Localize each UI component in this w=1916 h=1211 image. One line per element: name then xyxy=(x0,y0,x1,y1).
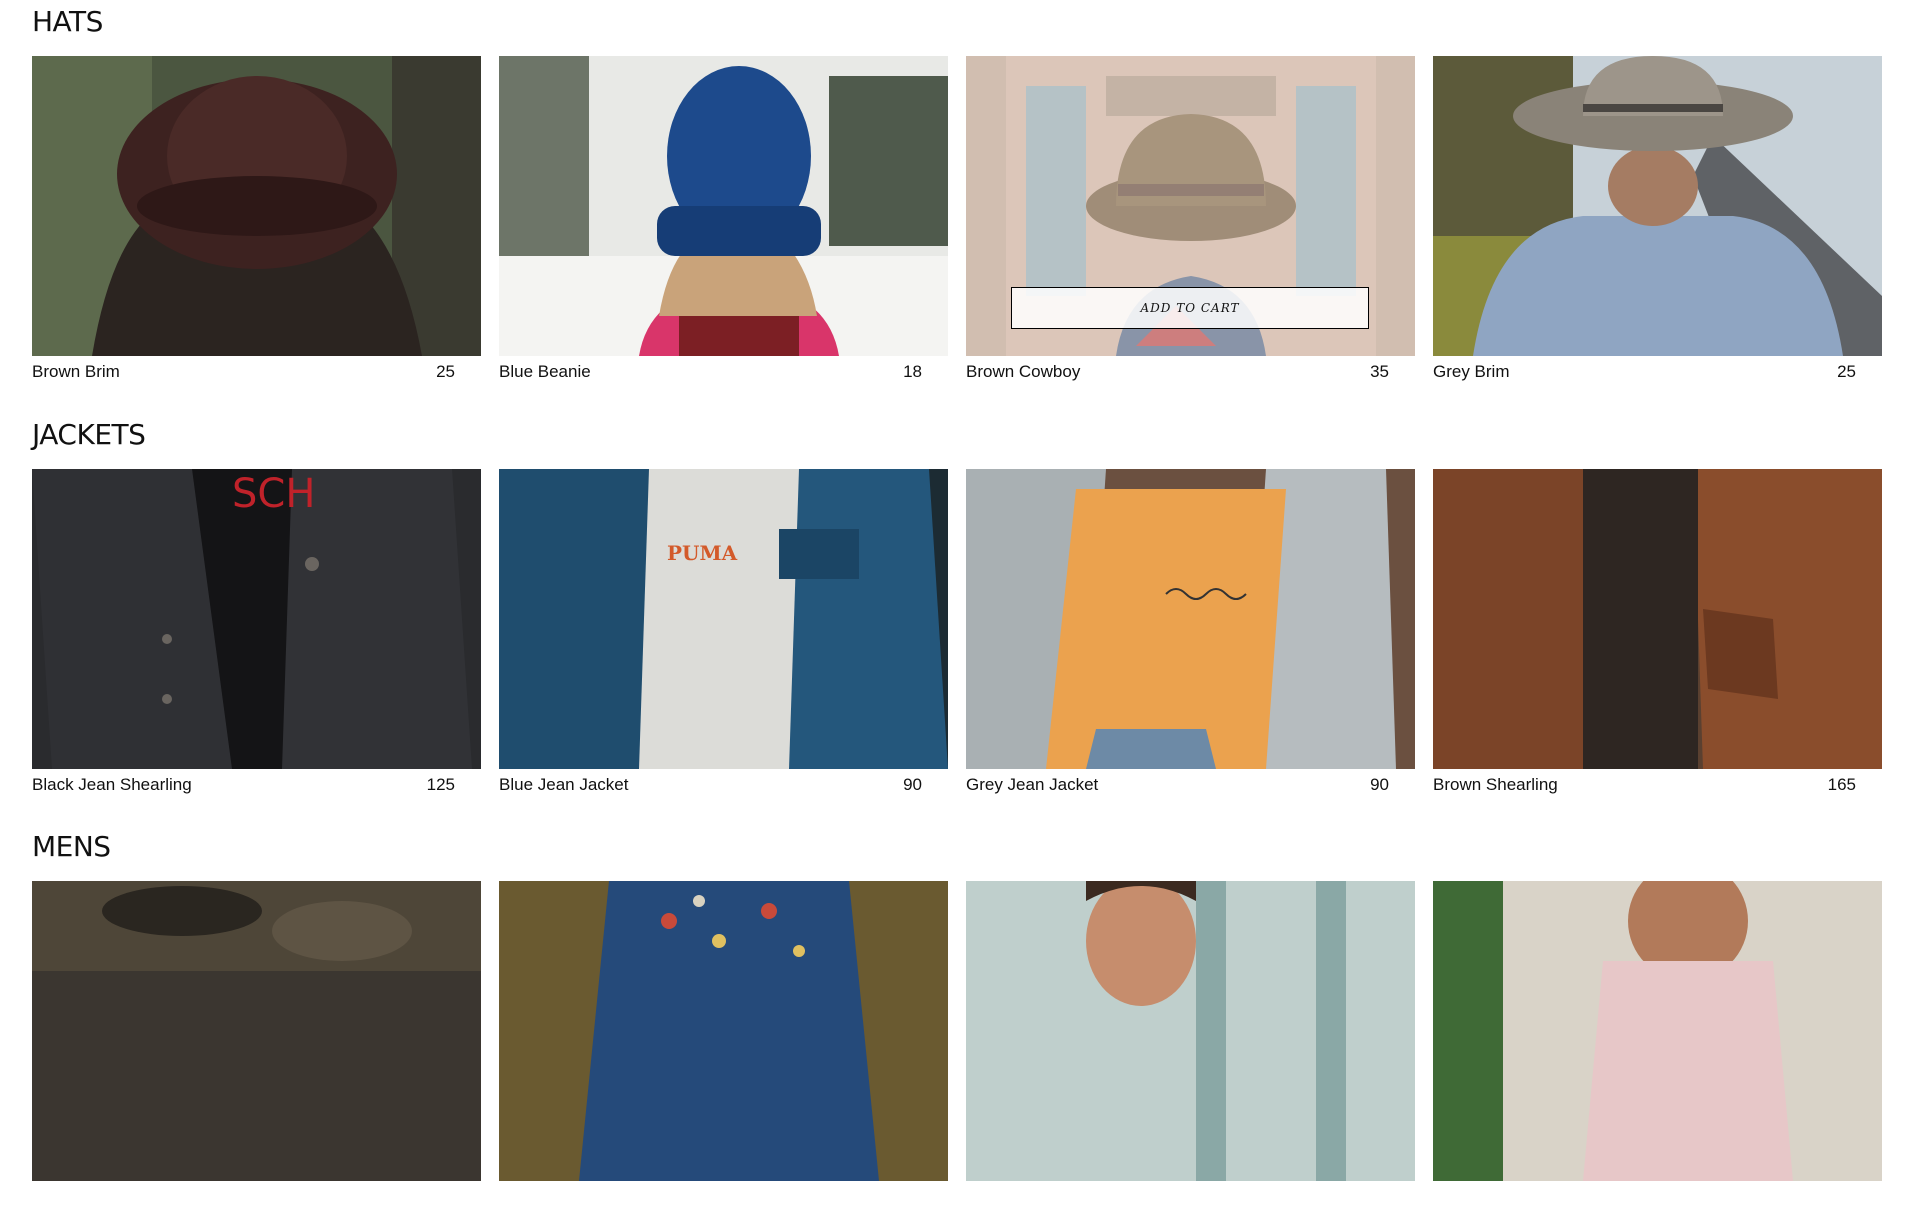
shop-page: HATS Brown Brim 25 Blue Beanie 18 ADD TO… xyxy=(0,0,1916,1181)
product-row xyxy=(32,881,1884,1211)
product-card-mens-2[interactable] xyxy=(499,881,948,1181)
product-name: Grey Brim xyxy=(1433,362,1510,381)
product-card-black-jean-shearling[interactable]: SCH Black Jean Shearling 125 xyxy=(32,469,481,794)
product-card-mens-4[interactable] xyxy=(1433,881,1882,1181)
product-image-mens-1[interactable] xyxy=(32,881,481,1181)
product-card-blue-beanie[interactable]: Blue Beanie 18 xyxy=(499,56,948,381)
product-footer: Grey Brim 25 xyxy=(1433,361,1882,383)
product-name: Brown Brim xyxy=(32,362,120,381)
product-image-blue-jean-jacket[interactable]: PUMA xyxy=(499,469,948,769)
product-card-brown-shearling[interactable]: Brown Shearling 165 xyxy=(1433,469,1882,794)
product-footer: Black Jean Shearling 125 xyxy=(32,774,481,796)
product-footer: Brown Shearling 165 xyxy=(1433,774,1882,796)
product-card-brown-cowboy[interactable]: ADD TO CART Brown Cowboy 35 xyxy=(966,56,1415,381)
product-card-mens-3[interactable] xyxy=(966,881,1415,1181)
product-name: Blue Jean Jacket xyxy=(499,775,629,794)
product-image-grey-brim[interactable] xyxy=(1433,56,1882,356)
section-title-jackets[interactable]: JACKETS xyxy=(32,421,146,449)
product-price: 90 xyxy=(1370,775,1389,794)
section-title-hats[interactable]: HATS xyxy=(32,8,103,36)
product-name: Blue Beanie xyxy=(499,362,591,381)
product-price: 18 xyxy=(903,362,922,381)
product-price: 35 xyxy=(1370,362,1389,381)
product-card-brown-brim[interactable]: Brown Brim 25 xyxy=(32,56,481,381)
product-footer: Grey Jean Jacket 90 xyxy=(966,774,1415,796)
product-image-blue-beanie[interactable] xyxy=(499,56,948,356)
product-image-mens-3[interactable] xyxy=(966,881,1415,1181)
product-image-brown-shearling[interactable] xyxy=(1433,469,1882,769)
product-image-mens-2[interactable] xyxy=(499,881,948,1181)
product-price: 25 xyxy=(436,362,455,381)
product-name: Brown Shearling xyxy=(1433,775,1558,794)
product-image-brown-cowboy[interactable]: ADD TO CART xyxy=(966,56,1415,356)
product-image-grey-jean-jacket[interactable] xyxy=(966,469,1415,769)
product-name: Grey Jean Jacket xyxy=(966,775,1099,794)
product-row: Brown Brim 25 Blue Beanie 18 ADD TO CART… xyxy=(32,56,1884,386)
product-card-grey-jean-jacket[interactable]: Grey Jean Jacket 90 xyxy=(966,469,1415,794)
product-name: Black Jean Shearling xyxy=(32,775,192,794)
product-footer: Brown Cowboy 35 xyxy=(966,361,1415,383)
product-price: 125 xyxy=(426,775,455,794)
product-price: 25 xyxy=(1837,362,1856,381)
svg-text:SCH: SCH xyxy=(232,471,315,517)
product-image-brown-brim[interactable] xyxy=(32,56,481,356)
shirt-logo-text: PUMA xyxy=(667,541,738,565)
product-footer: Brown Brim 25 xyxy=(32,361,481,383)
section-title-mens[interactable]: MENS xyxy=(32,833,111,861)
product-image-mens-4[interactable] xyxy=(1433,881,1882,1181)
product-price: 90 xyxy=(903,775,922,794)
add-to-cart-button[interactable]: ADD TO CART xyxy=(1011,287,1369,329)
product-card-grey-brim[interactable]: Grey Brim 25 xyxy=(1433,56,1882,381)
product-image-black-jean-shearling[interactable]: SCH xyxy=(32,469,481,769)
product-card-blue-jean-jacket[interactable]: PUMA Blue Jean Jacket 90 xyxy=(499,469,948,794)
product-card-mens-1[interactable] xyxy=(32,881,481,1181)
product-name: Brown Cowboy xyxy=(966,362,1081,381)
product-footer: Blue Beanie 18 xyxy=(499,361,948,383)
product-price: 165 xyxy=(1827,775,1856,794)
product-row: SCH Black Jean Shearling 125 PUMA Blue J… xyxy=(32,469,1884,799)
product-footer: Blue Jean Jacket 90 xyxy=(499,774,948,796)
